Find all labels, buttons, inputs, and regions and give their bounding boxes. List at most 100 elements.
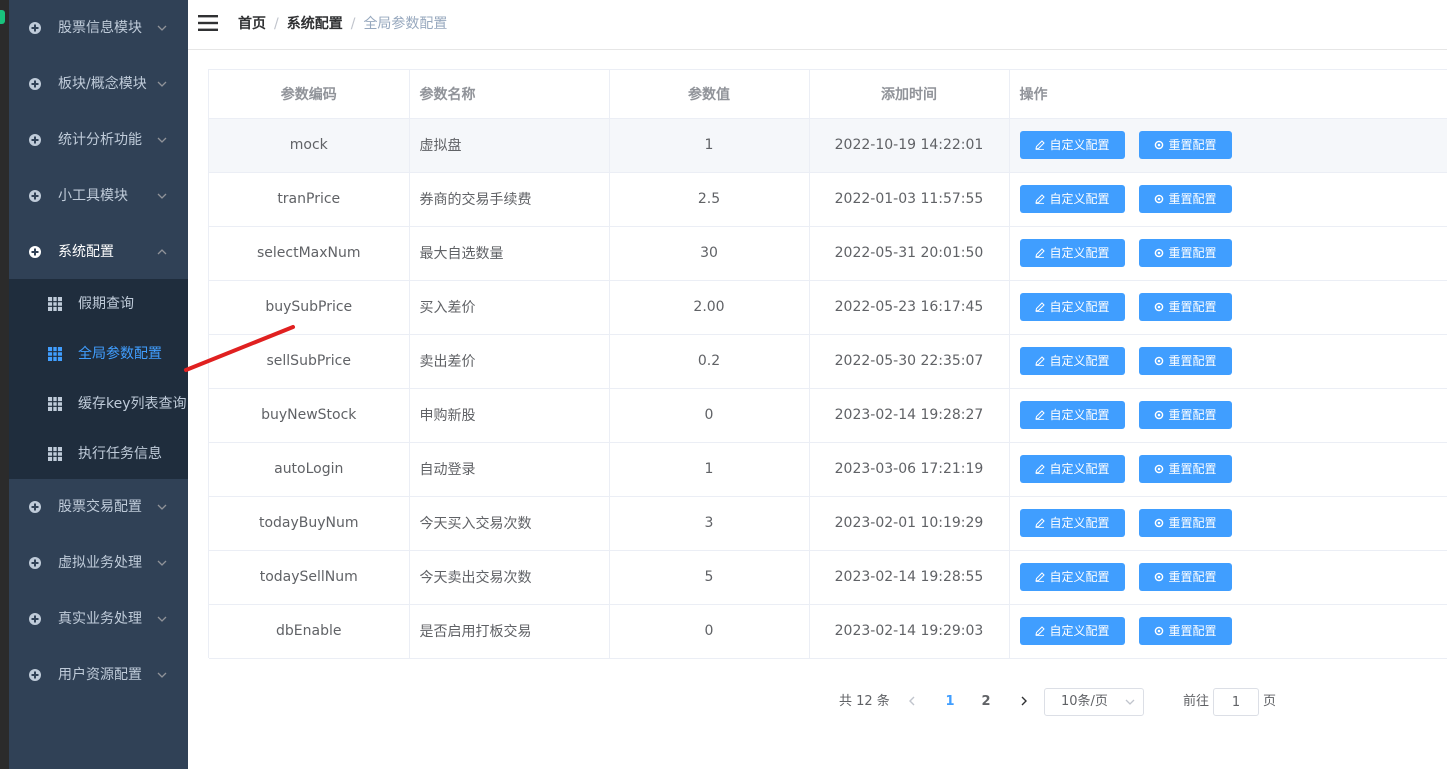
pagination-total: 共 12 条 <box>839 694 890 709</box>
page-size-value: 10条/页 <box>1061 694 1108 709</box>
reset-gear-icon <box>1154 626 1163 636</box>
reset-config-button[interactable]: 重置配置 <box>1138 617 1232 645</box>
grid-icon <box>48 347 62 361</box>
custom-config-button[interactable]: 自定义配置 <box>1019 293 1125 321</box>
cell-actions: 自定义配置 重置配置 <box>1009 496 1447 551</box>
reset-config-button[interactable]: 重置配置 <box>1138 455 1232 483</box>
custom-config-button[interactable]: 自定义配置 <box>1019 563 1125 591</box>
submenu-item-global-params[interactable]: 全局参数配置 <box>9 329 188 379</box>
chevron-down-icon <box>157 81 167 87</box>
goto-prefix: 前往 <box>1183 694 1210 709</box>
next-page-button[interactable] <box>1012 688 1036 716</box>
cell-time: 2023-02-14 19:29:03 <box>809 604 1010 659</box>
submenu-item-task-info[interactable]: 执行任务信息 <box>9 429 188 479</box>
cell-name: 今天卖出交易次数 <box>409 550 610 605</box>
page-number-2[interactable]: 2 <box>974 688 998 716</box>
menu-item-tools[interactable]: 小工具模块 <box>9 168 188 224</box>
reset-config-button[interactable]: 重置配置 <box>1138 347 1232 375</box>
reset-gear-icon <box>1154 410 1163 420</box>
cell-value: 2.5 <box>609 172 810 227</box>
reset-config-button[interactable]: 重置配置 <box>1138 239 1232 267</box>
submenu-item-cache-keys[interactable]: 缓存key列表查询 <box>9 379 188 429</box>
cell-time: 2023-03-06 17:21:19 <box>809 442 1010 497</box>
goto-page-input[interactable] <box>1213 688 1259 716</box>
plus-circle-icon <box>29 134 41 146</box>
cell-name: 自动登录 <box>409 442 610 497</box>
reset-config-button[interactable]: 重置配置 <box>1138 293 1232 321</box>
button-label: 自定义配置 <box>1049 300 1110 314</box>
top-navbar: 首页 / 系统配置 / 全局参数配置 <box>188 0 1447 50</box>
cell-name: 卖出差价 <box>409 334 610 389</box>
page-number-1[interactable]: 1 <box>938 688 962 716</box>
menu-item-real-business[interactable]: 真实业务处理 <box>9 591 188 647</box>
cell-value: 0.2 <box>609 334 810 389</box>
plus-circle-icon <box>29 613 41 625</box>
prev-page-button[interactable] <box>900 688 924 716</box>
button-label: 重置配置 <box>1168 624 1217 638</box>
menu-label: 系统配置 <box>58 244 114 260</box>
cell-name: 今天买入交易次数 <box>409 496 610 551</box>
menu-label: 板块/概念模块 <box>58 76 147 92</box>
reset-config-button[interactable]: 重置配置 <box>1138 401 1232 429</box>
reset-config-button[interactable]: 重置配置 <box>1138 563 1232 591</box>
chevron-right-icon <box>1021 696 1027 706</box>
menu-item-system-config[interactable]: 系统配置 <box>9 224 188 280</box>
hamburger-icon[interactable] <box>198 14 218 32</box>
menu-item-statistics[interactable]: 统计分析功能 <box>9 112 188 168</box>
cell-time: 2022-10-19 14:22:01 <box>809 118 1010 173</box>
reset-gear-icon <box>1154 356 1163 366</box>
custom-config-button[interactable]: 自定义配置 <box>1019 401 1125 429</box>
grid-icon <box>48 297 62 311</box>
button-label: 自定义配置 <box>1049 462 1110 476</box>
table-row: mock 虚拟盘 1 2022-10-19 14:22:01 自定义配置 重置配置 <box>209 118 1447 173</box>
cell-value: 1 <box>609 118 810 173</box>
chevron-down-icon <box>157 504 167 510</box>
reset-gear-icon <box>1154 572 1163 582</box>
cell-name: 是否启用打板交易 <box>409 604 610 659</box>
menu-label: 虚拟业务处理 <box>58 555 142 571</box>
submenu-label: 缓存key列表查询 <box>78 396 187 412</box>
reset-gear-icon <box>1154 140 1163 150</box>
reset-config-button[interactable]: 重置配置 <box>1138 509 1232 537</box>
menu-item-stock-info[interactable]: 股票信息模块 <box>9 0 188 56</box>
reset-gear-icon <box>1154 518 1163 528</box>
cell-actions: 自定义配置 重置配置 <box>1009 442 1447 497</box>
reset-gear-icon <box>1154 248 1163 258</box>
reset-config-button[interactable]: 重置配置 <box>1138 185 1232 213</box>
custom-config-button[interactable]: 自定义配置 <box>1019 455 1125 483</box>
col-header-time: 添加时间 <box>809 70 1010 119</box>
custom-config-button[interactable]: 自定义配置 <box>1019 347 1125 375</box>
custom-config-button[interactable]: 自定义配置 <box>1019 239 1125 267</box>
button-label: 自定义配置 <box>1049 138 1110 152</box>
menu-label: 股票交易配置 <box>58 499 142 515</box>
col-header-value: 参数值 <box>609 70 810 119</box>
menu-item-sector[interactable]: 板块/概念模块 <box>9 56 188 112</box>
cell-code: todayBuyNum <box>209 496 410 551</box>
cell-actions: 自定义配置 重置配置 <box>1009 118 1447 173</box>
submenu-item-holiday-query[interactable]: 假期查询 <box>9 279 188 329</box>
edit-icon <box>1034 302 1045 312</box>
menu-item-user-resources[interactable]: 用户资源配置 <box>9 647 188 703</box>
cell-value: 3 <box>609 496 810 551</box>
custom-config-button[interactable]: 自定义配置 <box>1019 509 1125 537</box>
menu-label: 统计分析功能 <box>58 132 142 148</box>
menu-item-stock-trade-config[interactable]: 股票交易配置 <box>9 479 188 535</box>
reset-config-button[interactable]: 重置配置 <box>1138 131 1232 159</box>
cell-actions: 自定义配置 重置配置 <box>1009 334 1447 389</box>
breadcrumb-home[interactable]: 首页 <box>238 16 266 32</box>
custom-config-button[interactable]: 自定义配置 <box>1019 185 1125 213</box>
cell-actions: 自定义配置 重置配置 <box>1009 172 1447 227</box>
table-row: todaySellNum 今天卖出交易次数 5 2023-02-14 19:28:55… <box>209 550 1447 605</box>
edit-icon <box>1034 140 1045 150</box>
breadcrumb-system-config[interactable]: 系统配置 <box>287 16 343 32</box>
custom-config-button[interactable]: 自定义配置 <box>1019 617 1125 645</box>
page-size-select[interactable]: 10条/页 <box>1044 688 1144 716</box>
cell-code: tranPrice <box>209 172 410 227</box>
edit-icon <box>1034 194 1045 204</box>
custom-config-button[interactable]: 自定义配置 <box>1019 131 1125 159</box>
col-header-name: 参数名称 <box>409 70 610 119</box>
menu-item-virtual-business[interactable]: 虚拟业务处理 <box>9 535 188 591</box>
cell-value: 1 <box>609 442 810 497</box>
breadcrumb-separator: / <box>350 16 356 32</box>
cell-name: 虚拟盘 <box>409 118 610 173</box>
